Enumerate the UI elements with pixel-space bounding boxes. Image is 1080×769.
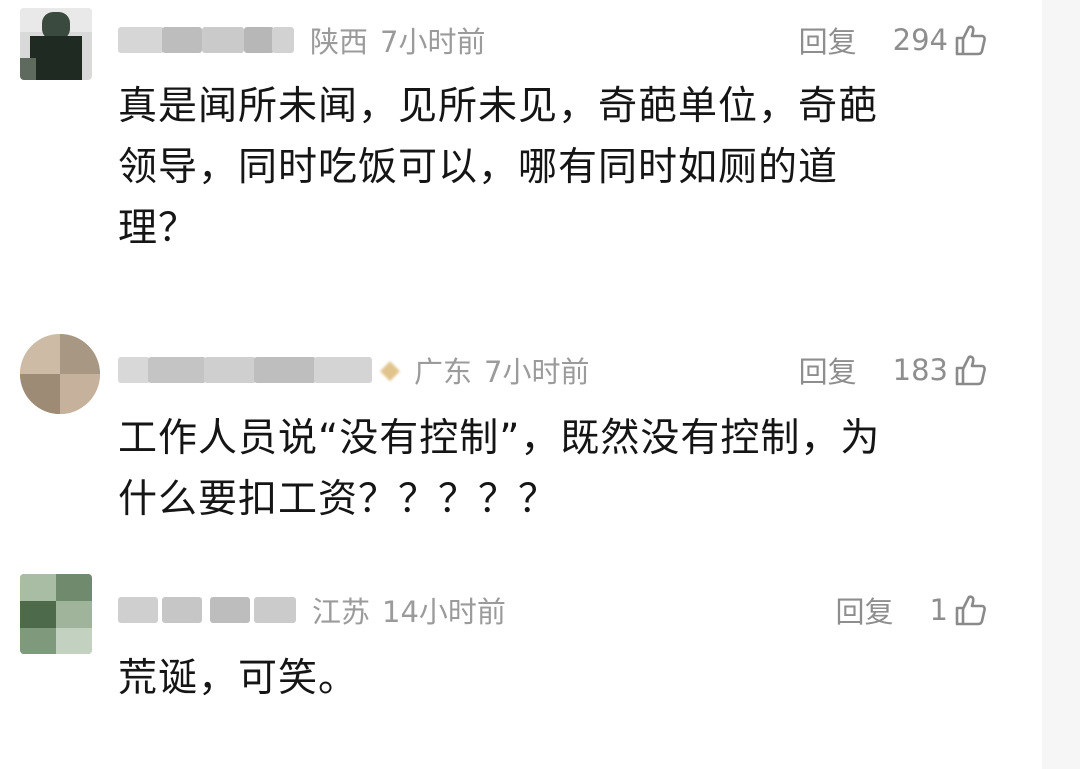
- comment-item: 江苏 14小时前 回复 1 荒诞，可笑。: [0, 560, 1040, 760]
- comment-text-line: 理？: [118, 206, 199, 251]
- vip-badge-icon: ◆: [380, 355, 400, 385]
- username-blurred[interactable]: [118, 593, 298, 627]
- reply-button[interactable]: 回复: [799, 19, 857, 61]
- location-label: 广东: [414, 355, 473, 389]
- like-count: 1: [929, 593, 948, 627]
- thumbs-up-icon[interactable]: [954, 593, 988, 627]
- thumbs-up-icon[interactable]: [954, 353, 988, 387]
- comment-text: 工作人员说“没有控制”，既然没有控制，为 什么要扣工资？？？？？: [118, 408, 880, 530]
- reply-button[interactable]: 回复: [836, 589, 894, 631]
- comment-meta: 陕西 7小时前: [118, 22, 486, 59]
- timestamp: 7小时前: [484, 355, 590, 389]
- username-blurred[interactable]: [118, 23, 296, 57]
- page-edge: [1042, 0, 1080, 769]
- comment-text-line: 什么要扣工资？？？？？: [118, 477, 559, 522]
- comment-meta: ◆ 广东 7小时前: [118, 352, 590, 389]
- comment-actions: 回复 1: [836, 590, 988, 630]
- comment-meta: 江苏 14小时前: [118, 592, 506, 629]
- comment-text-line: 真是闻所未闻，见所未见，奇葩单位，奇葩: [118, 84, 879, 129]
- comment-text: 真是闻所未闻，见所未见，奇葩单位，奇葩 领导，同时吃饭可以，哪有同时如厕的道 理…: [118, 76, 878, 259]
- comment-text: 荒诞，可笑。: [118, 648, 358, 709]
- timestamp: 7小时前: [380, 25, 486, 59]
- avatar[interactable]: [20, 574, 92, 654]
- comment-item: ◆ 广东 7小时前 回复 183 工作人员说“没有控制”，既然没有控制，为 什么…: [0, 320, 1040, 540]
- like-count: 294: [892, 23, 948, 57]
- location-label: 陕西: [310, 25, 369, 59]
- avatar[interactable]: [20, 334, 100, 414]
- location-label: 江苏: [312, 595, 371, 629]
- comment-text-line: 领导，同时吃饭可以，哪有同时如厕的道: [118, 145, 839, 190]
- timestamp: 14小时前: [382, 595, 506, 629]
- comment-actions: 回复 183: [799, 350, 988, 390]
- avatar[interactable]: [20, 8, 92, 80]
- comment-text-line: 荒诞，可笑。: [118, 656, 359, 701]
- comment-item: 陕西 7小时前 回复 294 真是闻所未闻，见所未见，奇葩单位，奇葩 领导，同时…: [0, 0, 1040, 300]
- comment-text-line: 工作人员说“没有控制”，既然没有控制，为: [118, 416, 881, 461]
- reply-button[interactable]: 回复: [799, 349, 857, 391]
- like-count: 183: [892, 353, 948, 387]
- username-blurred[interactable]: [118, 353, 374, 387]
- comment-actions: 回复 294: [799, 20, 988, 60]
- thumbs-up-icon[interactable]: [954, 23, 988, 57]
